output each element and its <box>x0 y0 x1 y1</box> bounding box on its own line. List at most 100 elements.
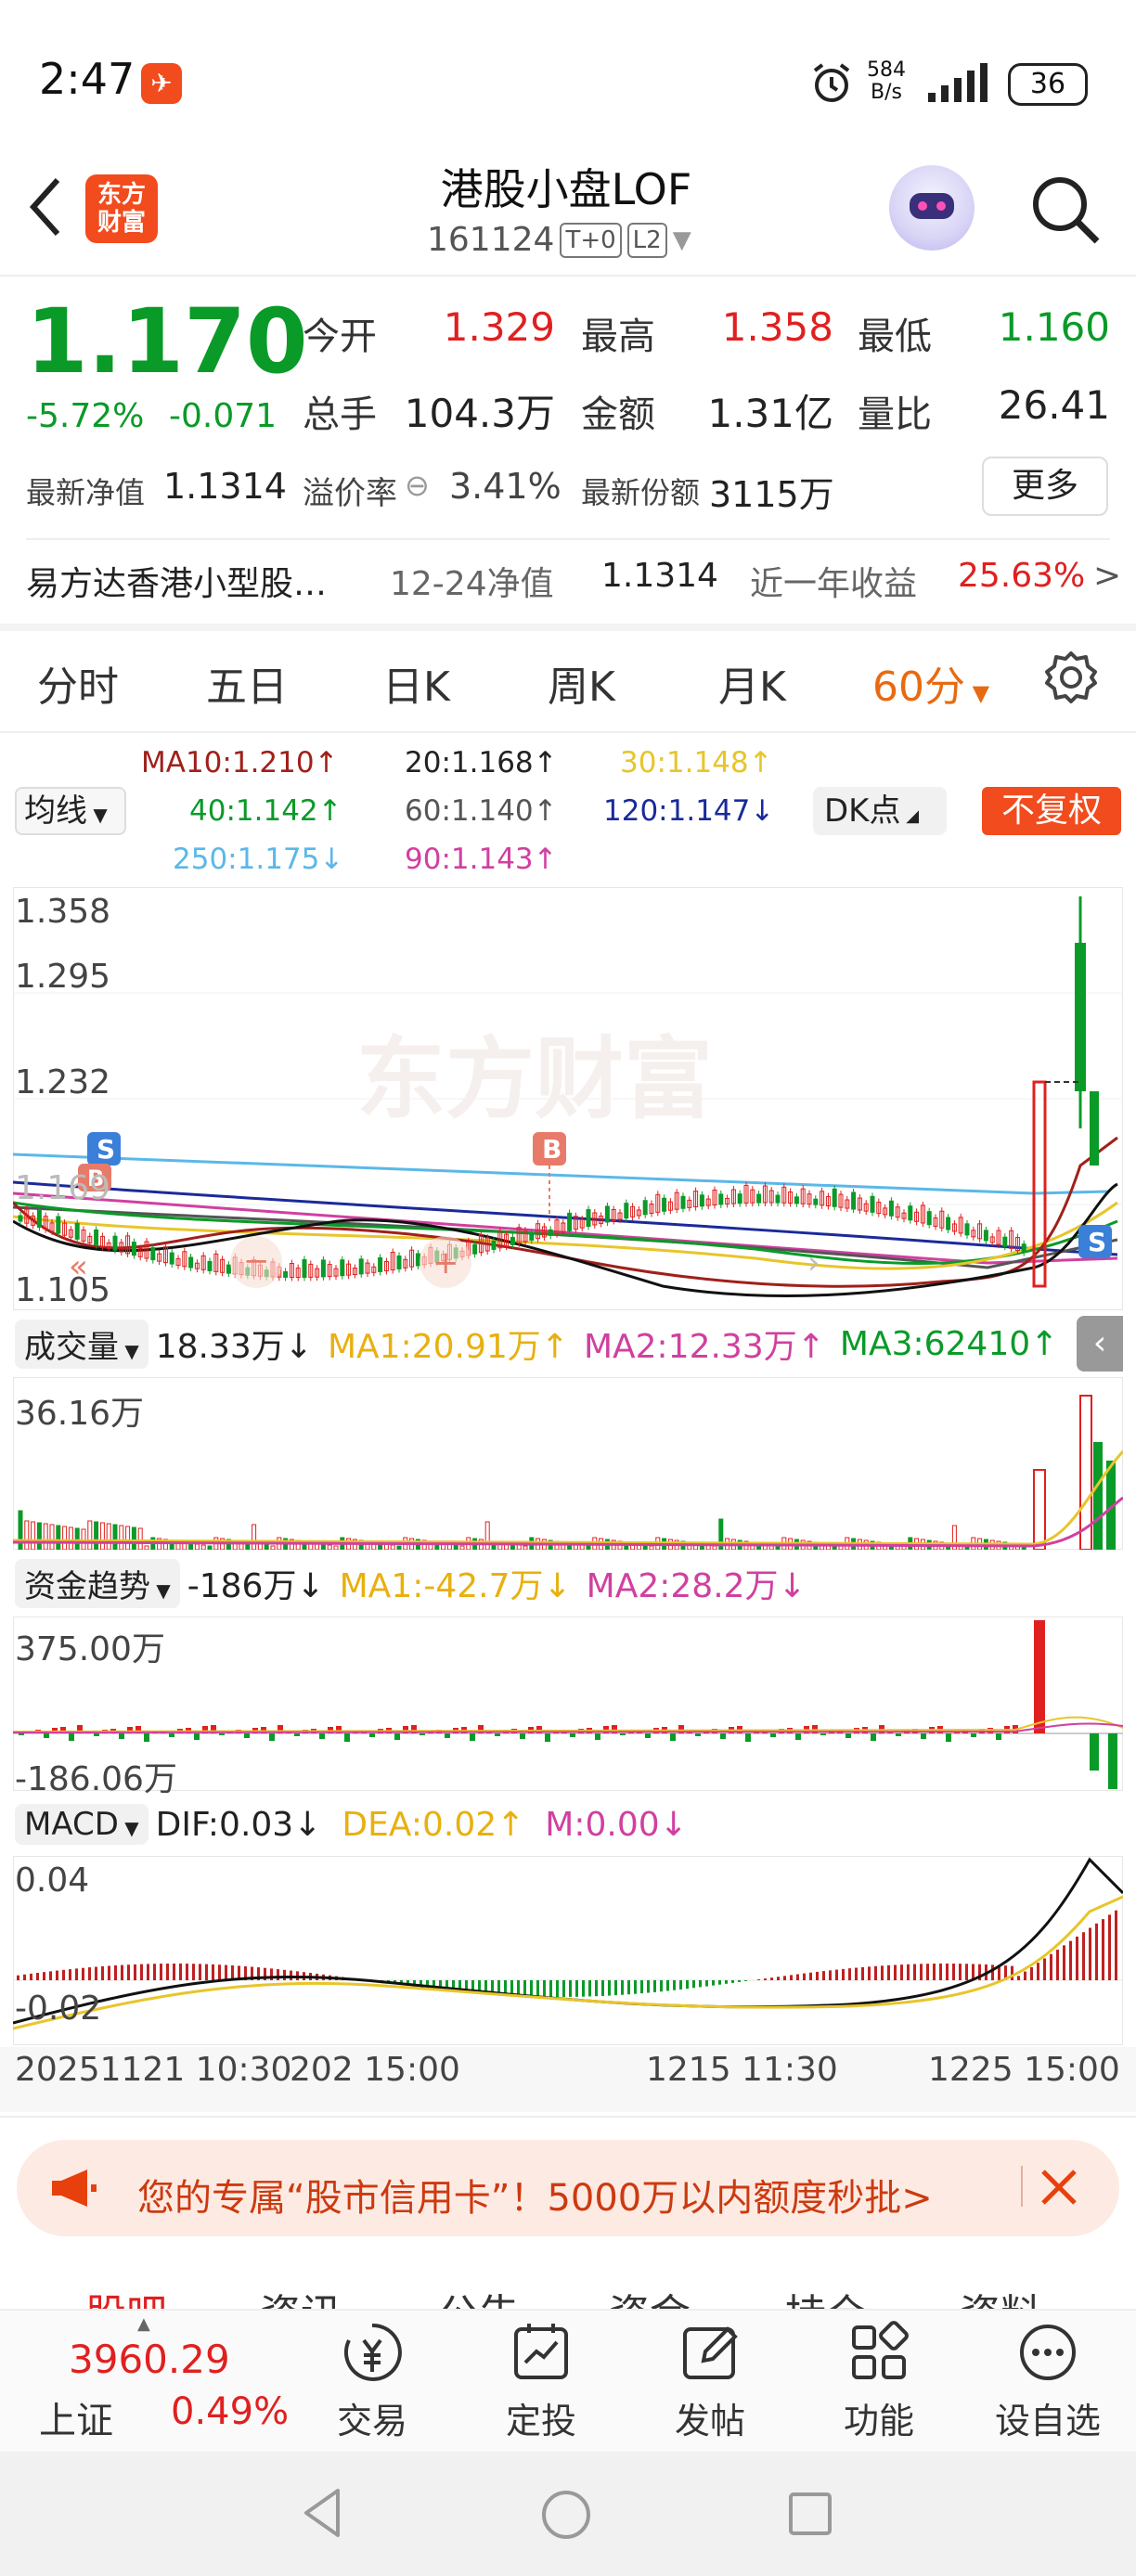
low-value: 1.160 <box>998 304 1110 350</box>
premium-value: 3.41% <box>449 466 562 507</box>
capital-indicator-row: 资金趋势 ▼ -186万↓ MA1:-42.7万↓ MA2:28.2万↓ <box>0 1555 1136 1611</box>
ma40-legend: 40:1.142↑ <box>189 794 342 828</box>
capital-ma1: MA1:-42.7万↓ <box>339 1567 572 1605</box>
nav-functions[interactable]: 功能 <box>819 2320 939 2443</box>
collapse-arrow-icon[interactable]: ‹ <box>1077 1316 1123 1372</box>
capital-ma2: MA2:28.2万↓ <box>586 1567 807 1605</box>
tab-weekly-k[interactable]: 周K <box>548 653 615 713</box>
time-label-3: 1215 11:30 <box>646 2051 838 2089</box>
volume-ratio-value: 26.41 <box>998 382 1110 428</box>
macd-indicator-row: MACD ▼ DIF:0.03↓ DEA:0.02↑ M:0.00↓ <box>0 1797 1136 1852</box>
fund-nav: 1.1314 <box>601 557 718 595</box>
grid-icon <box>852 2321 909 2379</box>
home-circle-icon[interactable] <box>540 2489 592 2541</box>
more-button[interactable]: 更多 <box>982 457 1108 516</box>
robot-icon <box>910 193 954 219</box>
nav-post[interactable]: 发帖 <box>650 2320 770 2443</box>
capital-selector-dropdown[interactable]: 资金趋势 ▼ <box>15 1558 180 1608</box>
edit-icon <box>683 2326 738 2379</box>
macd-dea: DEA:0.02↑ <box>342 1805 525 1844</box>
stock-code-row[interactable]: 161124 T+0 L2 ▼ <box>427 221 691 259</box>
tab-five-day[interactable]: 五日 <box>206 653 288 713</box>
volume-ratio-label: 量比 <box>858 393 932 436</box>
more-dots-icon <box>1020 2325 1076 2380</box>
search-icon[interactable] <box>1028 173 1103 247</box>
last-price: 1.170 <box>26 290 308 393</box>
info-icon[interactable]: ⊖ <box>405 468 430 503</box>
divider <box>1021 2166 1023 2207</box>
volume-chart[interactable]: 36.16万 <box>12 1376 1125 1551</box>
macd-selector-dropdown[interactable]: MACD ▼ <box>15 1804 148 1845</box>
macd-chart[interactable]: 0.04 -0.02 <box>12 1855 1125 2046</box>
ma30-legend: 30:1.148↑ <box>620 746 773 779</box>
fund-info-row[interactable]: 易方达香港小型股… 12-24净值 1.1314 近一年收益 25.63% > <box>26 557 1121 609</box>
nav-fixed-invest[interactable]: 定投 <box>481 2320 601 2443</box>
page-title: 港股小盘LOF <box>440 164 692 214</box>
dk-point-button[interactable]: DK点 ◢ <box>813 787 947 835</box>
volume-selector-dropdown[interactable]: 成交量 ▼ <box>15 1319 148 1369</box>
amount-label: 金额 <box>581 393 655 436</box>
ma60-legend: 60:1.140↑ <box>405 794 558 828</box>
volume-value: 18.33万↓ <box>155 1328 313 1366</box>
megaphone-icon <box>52 2170 97 2207</box>
index-value[interactable]: 3960.29 <box>69 2337 230 2382</box>
alarm-icon <box>813 63 850 102</box>
l2-tag: L2 <box>626 222 667 258</box>
tab-holdings[interactable]: 持仓 <box>785 2281 867 2309</box>
ma10-legend: MA10:1.210↑ <box>141 746 339 779</box>
back-triangle-icon[interactable] <box>301 2487 343 2539</box>
share-value: 3115万 <box>709 474 834 515</box>
ma120-legend: 120:1.147↓ <box>603 794 775 828</box>
volume-label: 总手 <box>303 393 377 436</box>
assistant-avatar[interactable] <box>889 165 975 251</box>
nav-trade[interactable]: 交易 <box>312 2320 432 2443</box>
ma20-legend: 20:1.168↑ <box>405 746 558 779</box>
svg-text:S: S <box>1088 1227 1106 1257</box>
kline-chart[interactable]: 东方财富 S B B S − + « › 1.358 1.295 1.232 1… <box>11 886 1124 1311</box>
nav-add-watchlist[interactable]: 设自选 <box>988 2320 1108 2443</box>
volume-indicator-row: 成交量 ▼ 18.33万↓ MA1:20.91万↑ MA2:12.33万↑ MA… <box>0 1316 1136 1372</box>
price-axis-l3: 1.232 <box>15 1063 111 1101</box>
tab-news[interactable]: 资讯 <box>260 2281 342 2309</box>
back-icon[interactable] <box>26 174 63 239</box>
macd-axis-top: 0.04 <box>15 1861 90 1900</box>
macd-m: M:0.00↓ <box>545 1805 688 1844</box>
capital-trend-chart[interactable]: 375.00万 -186.06万 <box>12 1616 1124 1798</box>
close-icon[interactable] <box>1036 2164 1082 2210</box>
macd-axis-bottom: -0.02 <box>15 1990 102 2028</box>
recents-square-icon[interactable] <box>787 2491 833 2537</box>
price-axis-bottom: 1.105 <box>15 1271 111 1309</box>
capital-axis-top: 375.00万 <box>15 1630 165 1668</box>
tab-monthly-k[interactable]: 月K <box>718 653 786 713</box>
signal-icon <box>928 63 988 102</box>
index-name[interactable]: 上证 <box>39 2390 113 2444</box>
tab-daily-k[interactable]: 日K <box>382 653 450 713</box>
tab-capital[interactable]: 资金 <box>609 2281 691 2309</box>
banner-text[interactable]: 您的专属“股市信用卡”！5000万以内额度秒批> <box>137 2168 933 2222</box>
battery-indicator: 36 <box>1008 63 1088 106</box>
tab-intraday[interactable]: 分时 <box>37 653 119 713</box>
tab-guba[interactable]: 股吧 <box>85 2281 167 2309</box>
tab-notice[interactable]: 公告 <box>438 2281 520 2309</box>
year-return-value: 25.63% <box>958 557 1086 595</box>
caret-up-icon: ▲ <box>137 2314 150 2334</box>
tab-profile[interactable]: 资料 <box>960 2281 1041 2309</box>
stock-code: 161124 <box>427 221 555 259</box>
index-pct[interactable]: 0.49% <box>171 2390 289 2433</box>
dropdown-triangle-icon: ▼ <box>672 225 691 254</box>
capital-value: -186万↓ <box>187 1567 325 1605</box>
section-divider <box>0 624 1136 631</box>
tab-60min[interactable]: 60分 ▼ <box>872 653 989 713</box>
volume-ma2: MA2:12.33万↑ <box>583 1328 825 1366</box>
yuan-icon <box>343 2323 402 2381</box>
app-notification-icon: ✈ <box>141 63 182 104</box>
premium-label: 溢价率 <box>303 475 397 512</box>
macd-dif: DIF:0.03↓ <box>155 1805 322 1844</box>
app-logo: 东方 财富 <box>85 174 158 243</box>
ma-selector-dropdown[interactable]: 均线 ▼ <box>15 787 126 835</box>
no-adjust-button[interactable]: 不复权 <box>982 787 1121 835</box>
svg-text:›: › <box>807 1244 820 1282</box>
net-speed: 584 B/s <box>867 58 906 104</box>
t0-tag: T+0 <box>560 222 622 258</box>
gear-icon[interactable] <box>1043 650 1099 705</box>
